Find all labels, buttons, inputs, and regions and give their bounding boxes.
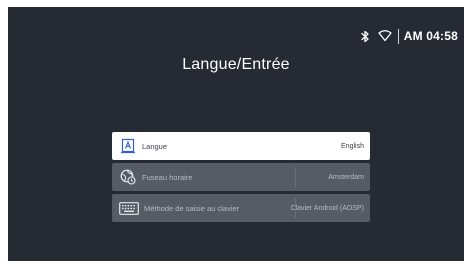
language-icon	[118, 136, 138, 156]
timezone-icon	[118, 167, 138, 187]
keyboard-icon	[118, 198, 140, 218]
menu-item-label: Fuseau horaire	[142, 172, 193, 182]
menu-item-timezone[interactable]: Fuseau horaire Amsterdam	[112, 163, 370, 191]
settings-menu: Langue English Fuseau horaire Amsterdam	[112, 132, 370, 225]
clock: AM 04:58	[403, 29, 458, 43]
menu-item-divider	[295, 167, 296, 187]
settings-screen: AM 04:58 Langue/Entrée Langue English Fu…	[8, 7, 464, 261]
menu-item-language[interactable]: Langue English	[112, 132, 370, 160]
menu-item-value: Amsterdam	[328, 173, 364, 181]
wifi-icon	[378, 29, 392, 43]
menu-item-label: Langue	[142, 141, 168, 151]
menu-item-value: Clavier Android (AOSP)	[290, 204, 364, 212]
status-divider	[397, 28, 399, 44]
menu-item-keyboard[interactable]: Méthode de saisie au clavier Clavier And…	[112, 194, 370, 222]
menu-item-label: Méthode de saisie au clavier	[144, 203, 240, 213]
status-bar: AM 04:58	[358, 28, 458, 44]
menu-item-value: English	[341, 142, 364, 150]
page-title: Langue/Entrée	[182, 56, 290, 73]
menu-item-divider	[295, 198, 296, 218]
bluetooth-icon	[358, 29, 372, 43]
